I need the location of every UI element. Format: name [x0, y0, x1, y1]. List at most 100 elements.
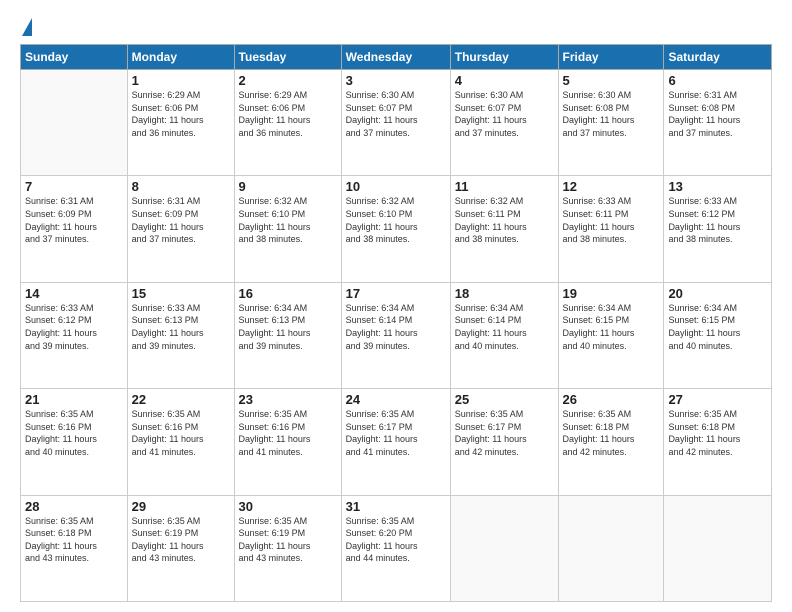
day-info: Sunrise: 6:35 AM Sunset: 6:18 PM Dayligh… — [563, 408, 660, 458]
calendar-cell: 29Sunrise: 6:35 AM Sunset: 6:19 PM Dayli… — [127, 495, 234, 601]
day-number: 26 — [563, 392, 660, 407]
calendar-cell: 6Sunrise: 6:31 AM Sunset: 6:08 PM Daylig… — [664, 70, 772, 176]
day-number: 18 — [455, 286, 554, 301]
day-info: Sunrise: 6:35 AM Sunset: 6:18 PM Dayligh… — [668, 408, 767, 458]
logo-triangle-icon — [22, 18, 32, 36]
calendar-cell: 11Sunrise: 6:32 AM Sunset: 6:11 PM Dayli… — [450, 176, 558, 282]
day-info: Sunrise: 6:34 AM Sunset: 6:15 PM Dayligh… — [563, 302, 660, 352]
calendar-cell — [664, 495, 772, 601]
day-number: 19 — [563, 286, 660, 301]
day-info: Sunrise: 6:32 AM Sunset: 6:10 PM Dayligh… — [239, 195, 337, 245]
day-info: Sunrise: 6:35 AM Sunset: 6:16 PM Dayligh… — [25, 408, 123, 458]
calendar-cell: 3Sunrise: 6:30 AM Sunset: 6:07 PM Daylig… — [341, 70, 450, 176]
calendar-cell: 4Sunrise: 6:30 AM Sunset: 6:07 PM Daylig… — [450, 70, 558, 176]
day-info: Sunrise: 6:29 AM Sunset: 6:06 PM Dayligh… — [132, 89, 230, 139]
calendar-cell: 20Sunrise: 6:34 AM Sunset: 6:15 PM Dayli… — [664, 282, 772, 388]
calendar-cell: 21Sunrise: 6:35 AM Sunset: 6:16 PM Dayli… — [21, 389, 128, 495]
calendar-table: SundayMondayTuesdayWednesdayThursdayFrid… — [20, 44, 772, 602]
day-number: 4 — [455, 73, 554, 88]
calendar-cell: 23Sunrise: 6:35 AM Sunset: 6:16 PM Dayli… — [234, 389, 341, 495]
week-row-1: 7 Sunrise: 6:31 AM Sunset: 6:09 PM Daylig… — [21, 176, 772, 282]
day-number: 20 — [668, 286, 767, 301]
day-number: 24 — [346, 392, 446, 407]
logo — [20, 18, 32, 34]
calendar-cell: 9Sunrise: 6:32 AM Sunset: 6:10 PM Daylig… — [234, 176, 341, 282]
day-number: 3 — [346, 73, 446, 88]
calendar-cell: 14Sunrise: 6:33 AM Sunset: 6:12 PM Dayli… — [21, 282, 128, 388]
calendar-cell: 8Sunrise: 6:31 AM Sunset: 6:09 PM Daylig… — [127, 176, 234, 282]
day-number: 9 — [239, 179, 337, 194]
day-number: 7 — [25, 179, 123, 194]
day-number: 21 — [25, 392, 123, 407]
calendar-cell: 17Sunrise: 6:34 AM Sunset: 6:14 PM Dayli… — [341, 282, 450, 388]
calendar-cell — [450, 495, 558, 601]
weekday-header-wednesday: Wednesday — [341, 45, 450, 70]
day-info: Sunrise: 6:35 AM Sunset: 6:20 PM Dayligh… — [346, 515, 446, 565]
calendar-cell: 30Sunrise: 6:35 AM Sunset: 6:19 PM Dayli… — [234, 495, 341, 601]
day-info: Sunrise: 6:34 AM Sunset: 6:14 PM Dayligh… — [346, 302, 446, 352]
day-info: Sunrise: 6:35 AM Sunset: 6:17 PM Dayligh… — [346, 408, 446, 458]
weekday-header-thursday: Thursday — [450, 45, 558, 70]
day-info: Sunrise: 6:33 AM Sunset: 6:11 PM Dayligh… — [563, 195, 660, 245]
day-info: Sunrise: 6:29 AM Sunset: 6:06 PM Dayligh… — [239, 89, 337, 139]
week-row-2: 14Sunrise: 6:33 AM Sunset: 6:12 PM Dayli… — [21, 282, 772, 388]
week-row-3: 21Sunrise: 6:35 AM Sunset: 6:16 PM Dayli… — [21, 389, 772, 495]
calendar-cell: 27Sunrise: 6:35 AM Sunset: 6:18 PM Dayli… — [664, 389, 772, 495]
day-number: 15 — [132, 286, 230, 301]
day-info: Sunrise: 6:34 AM Sunset: 6:13 PM Dayligh… — [239, 302, 337, 352]
day-info: Sunrise: 6:35 AM Sunset: 6:19 PM Dayligh… — [132, 515, 230, 565]
day-number: 23 — [239, 392, 337, 407]
day-number: 10 — [346, 179, 446, 194]
calendar-cell: 16Sunrise: 6:34 AM Sunset: 6:13 PM Dayli… — [234, 282, 341, 388]
calendar-cell: 26Sunrise: 6:35 AM Sunset: 6:18 PM Dayli… — [558, 389, 664, 495]
day-number: 5 — [563, 73, 660, 88]
day-number: 31 — [346, 499, 446, 514]
calendar-cell — [21, 70, 128, 176]
calendar-cell: 22Sunrise: 6:35 AM Sunset: 6:16 PM Dayli… — [127, 389, 234, 495]
logo-text — [20, 18, 32, 38]
calendar-cell: 25Sunrise: 6:35 AM Sunset: 6:17 PM Dayli… — [450, 389, 558, 495]
weekday-header-monday: Monday — [127, 45, 234, 70]
day-info: Sunrise: 6:34 AM Sunset: 6:14 PM Dayligh… — [455, 302, 554, 352]
day-number: 29 — [132, 499, 230, 514]
weekday-header-friday: Friday — [558, 45, 664, 70]
weekday-header-row: SundayMondayTuesdayWednesdayThursdayFrid… — [21, 45, 772, 70]
day-number: 14 — [25, 286, 123, 301]
day-info: Sunrise: 6:31 AM Sunset: 6:08 PM Dayligh… — [668, 89, 767, 139]
weekday-header-tuesday: Tuesday — [234, 45, 341, 70]
week-row-0: 1Sunrise: 6:29 AM Sunset: 6:06 PM Daylig… — [21, 70, 772, 176]
day-number: 25 — [455, 392, 554, 407]
calendar-cell: 2Sunrise: 6:29 AM Sunset: 6:06 PM Daylig… — [234, 70, 341, 176]
day-info: Sunrise: 6:32 AM Sunset: 6:11 PM Dayligh… — [455, 195, 554, 245]
calendar-cell: 10Sunrise: 6:32 AM Sunset: 6:10 PM Dayli… — [341, 176, 450, 282]
day-info: Sunrise: 6:30 AM Sunset: 6:07 PM Dayligh… — [346, 89, 446, 139]
day-info: Sunrise: 6:32 AM Sunset: 6:10 PM Dayligh… — [346, 195, 446, 245]
calendar-cell: 15Sunrise: 6:33 AM Sunset: 6:13 PM Dayli… — [127, 282, 234, 388]
calendar-cell — [558, 495, 664, 601]
day-number: 17 — [346, 286, 446, 301]
day-info: Sunrise: 6:30 AM Sunset: 6:08 PM Dayligh… — [563, 89, 660, 139]
calendar-cell: 13Sunrise: 6:33 AM Sunset: 6:12 PM Dayli… — [664, 176, 772, 282]
header — [20, 18, 772, 34]
calendar-cell: 7Sunrise: 6:31 AM Sunset: 6:09 PM Daylig… — [21, 176, 128, 282]
day-number: 12 — [563, 179, 660, 194]
day-info: Sunrise: 6:33 AM Sunset: 6:12 PM Dayligh… — [25, 302, 123, 352]
day-info: Sunrise: 6:35 AM Sunset: 6:16 PM Dayligh… — [132, 408, 230, 458]
calendar-cell: 31Sunrise: 6:35 AM Sunset: 6:20 PM Dayli… — [341, 495, 450, 601]
day-number: 6 — [668, 73, 767, 88]
day-info: Sunrise: 6:31 AM Sunset: 6:09 PM Dayligh… — [132, 195, 230, 245]
day-number: 8 — [132, 179, 230, 194]
day-info: Sunrise: 6:35 AM Sunset: 6:18 PM Dayligh… — [25, 515, 123, 565]
day-number: 28 — [25, 499, 123, 514]
day-info: Sunrise: 6:33 AM Sunset: 6:13 PM Dayligh… — [132, 302, 230, 352]
calendar-cell: 5Sunrise: 6:30 AM Sunset: 6:08 PM Daylig… — [558, 70, 664, 176]
day-info: Sunrise: 6:33 AM Sunset: 6:12 PM Dayligh… — [668, 195, 767, 245]
week-row-4: 28Sunrise: 6:35 AM Sunset: 6:18 PM Dayli… — [21, 495, 772, 601]
day-number: 27 — [668, 392, 767, 407]
page: SundayMondayTuesdayWednesdayThursdayFrid… — [0, 0, 792, 612]
weekday-header-saturday: Saturday — [664, 45, 772, 70]
day-info: Sunrise: 6:30 AM Sunset: 6:07 PM Dayligh… — [455, 89, 554, 139]
calendar-cell: 24Sunrise: 6:35 AM Sunset: 6:17 PM Dayli… — [341, 389, 450, 495]
day-number: 30 — [239, 499, 337, 514]
calendar-cell: 19Sunrise: 6:34 AM Sunset: 6:15 PM Dayli… — [558, 282, 664, 388]
